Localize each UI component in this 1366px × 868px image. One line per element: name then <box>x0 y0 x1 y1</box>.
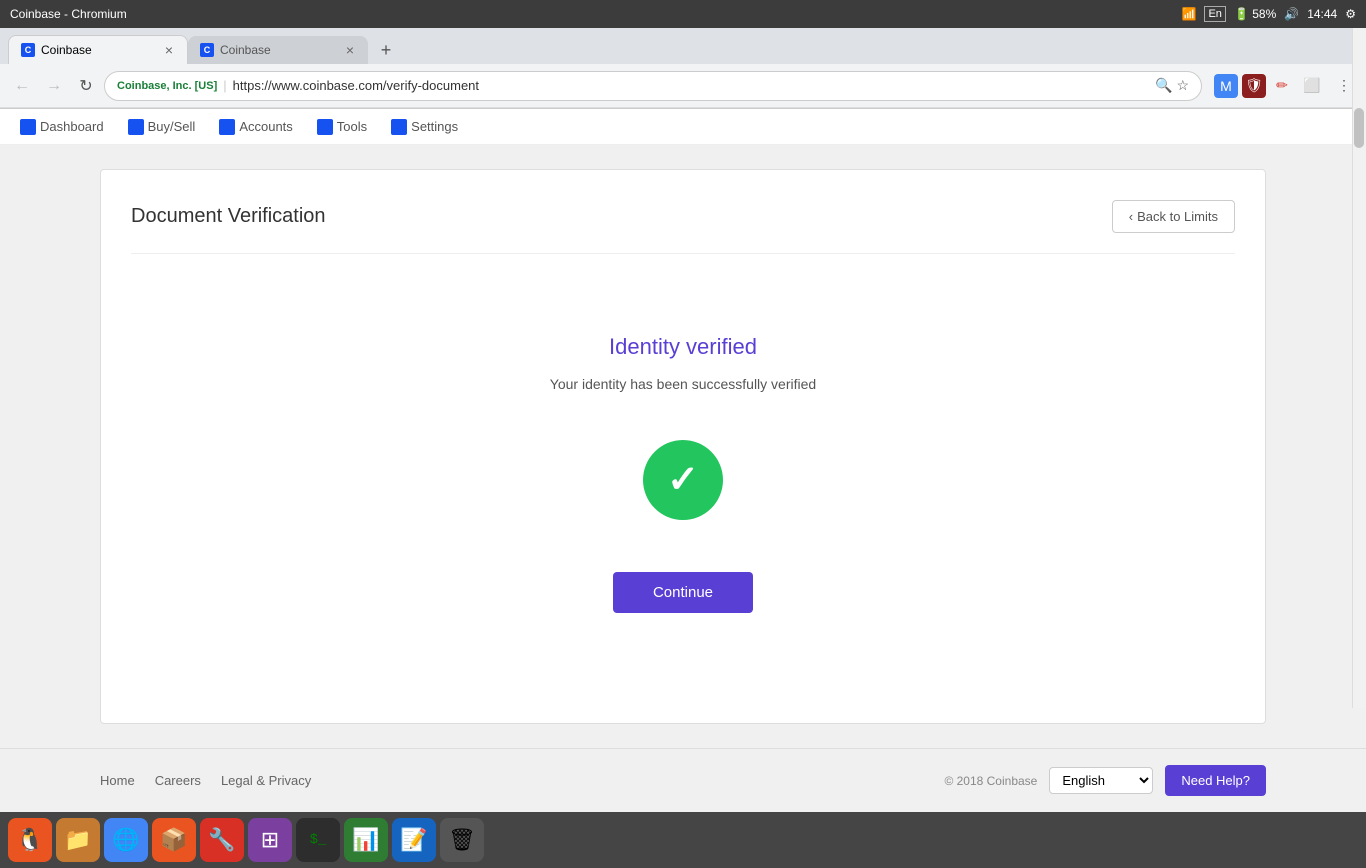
tab-1-favicon: C <box>21 43 35 57</box>
continue-button[interactable]: Continue <box>613 572 753 613</box>
back-to-limits-button[interactable]: ‹ Back to Limits <box>1112 200 1235 233</box>
nav-dashboard[interactable]: Dashboard <box>20 119 104 135</box>
nav-buysell[interactable]: Buy/Sell <box>128 119 196 135</box>
extension-shield[interactable]: 🛡 <box>1242 74 1266 98</box>
clock: 14:44 <box>1307 7 1337 21</box>
volume-icon: 🔊 <box>1284 7 1299 21</box>
os-system-tray: 📶 En 🔋 58% 🔊 14:44 ⚙ <box>1182 6 1356 22</box>
url-bar[interactable]: Coinbase, Inc. [US] | https://www.coinba… <box>104 71 1202 101</box>
footer-careers-link[interactable]: Careers <box>155 773 201 788</box>
terminal-icon: $_ <box>310 832 327 848</box>
taskbar-ubuntu[interactable]: 🐧 <box>8 818 52 862</box>
tab-1[interactable]: C Coinbase × <box>8 35 188 64</box>
package-icon: 📦 <box>160 827 187 853</box>
coinbase-nav: Dashboard Buy/Sell Accounts Tools Settin… <box>0 109 1366 145</box>
os-titlebar: Coinbase - Chromium 📶 En 🔋 58% 🔊 14:44 ⚙ <box>0 0 1366 28</box>
tab-2[interactable]: C Coinbase × <box>188 36 368 64</box>
buysell-icon <box>128 119 144 135</box>
tab-2-close[interactable]: × <box>344 42 356 58</box>
taskbar-text-editor[interactable]: 📝 <box>392 818 436 862</box>
need-help-button[interactable]: Need Help? <box>1165 765 1266 796</box>
url-action-icons: 🔍 ☆ <box>1155 77 1189 94</box>
bookmark-icon[interactable]: ☆ <box>1176 77 1189 94</box>
footer-links: Home Careers Legal & Privacy <box>100 773 311 788</box>
card-header: Document Verification ‹ Back to Limits <box>131 200 1235 254</box>
search-icon[interactable]: 🔍 <box>1155 77 1172 94</box>
tools-icon <box>317 119 333 135</box>
address-bar: ← → ↻ Coinbase, Inc. [US] | https://www.… <box>0 64 1366 108</box>
checkmark: ✓ <box>667 461 699 499</box>
security-label: Coinbase, Inc. [US] <box>117 80 217 92</box>
language-selector[interactable]: English Español Français Deutsch <box>1049 767 1153 794</box>
refresh-button[interactable]: ↻ <box>72 72 100 100</box>
url-separator: | <box>223 78 226 93</box>
verified-title: Identity verified <box>609 334 757 360</box>
verified-section: Identity verified Your identity has been… <box>131 274 1235 693</box>
tab-2-favicon: C <box>200 43 214 57</box>
taskbar-package[interactable]: 📦 <box>152 818 196 862</box>
misc-icon: 🗑 <box>448 827 476 853</box>
footer-home-link[interactable]: Home <box>100 773 135 788</box>
tab-1-title: Coinbase <box>41 43 157 57</box>
extension-pen[interactable]: ✏ <box>1270 74 1294 98</box>
taskbar-monitor[interactable]: 📊 <box>344 818 388 862</box>
settings-nav-icon <box>391 119 407 135</box>
files-icon: 📁 <box>64 827 91 853</box>
ubuntu-icon: 🐧 <box>16 827 43 853</box>
toolkit-icon: 🔧 <box>208 827 235 853</box>
accounts-icon <box>219 119 235 135</box>
language-indicator: En <box>1204 6 1225 22</box>
profile-button[interactable]: M <box>1214 74 1238 98</box>
tab-1-close[interactable]: × <box>163 42 175 58</box>
taskbar-files[interactable]: 📁 <box>56 818 100 862</box>
settings-icon: ⚙ <box>1345 7 1356 21</box>
footer-legal-link[interactable]: Legal & Privacy <box>221 773 311 788</box>
back-button[interactable]: ← <box>8 72 36 100</box>
nav-accounts[interactable]: Accounts <box>219 119 292 135</box>
footer-copyright: © 2018 Coinbase <box>944 774 1037 788</box>
verified-checkmark-icon: ✓ <box>643 440 723 520</box>
new-tab-button[interactable]: + <box>372 36 400 64</box>
battery-indicator: 🔋 58% <box>1234 7 1276 21</box>
taskbar-misc[interactable]: 🗑 <box>440 818 484 862</box>
tab-bar: C Coinbase × C Coinbase × + <box>0 28 1366 64</box>
text-editor-icon: 📝 <box>400 827 427 853</box>
tab-2-title: Coinbase <box>220 43 338 57</box>
footer: Home Careers Legal & Privacy © 2018 Coin… <box>0 748 1366 812</box>
verified-subtitle: Your identity has been successfully veri… <box>550 376 816 392</box>
url-text: https://www.coinbase.com/verify-document <box>233 78 479 93</box>
taskbar-terminal[interactable]: $_ <box>296 818 340 862</box>
chevron-left-icon: ‹ <box>1129 209 1133 224</box>
os-title: Coinbase - Chromium <box>10 7 127 21</box>
browser-chrome: C Coinbase × C Coinbase × + ← → ↻ Coinba… <box>0 28 1366 109</box>
taskbar-toolkit[interactable]: 🔧 <box>200 818 244 862</box>
os-title-text: Coinbase - Chromium <box>10 7 127 21</box>
forward-button[interactable]: → <box>40 72 68 100</box>
nav-settings[interactable]: Settings <box>391 119 458 135</box>
nav-tools[interactable]: Tools <box>317 119 367 135</box>
scrollbar-track[interactable] <box>1352 28 1366 708</box>
dashboard-icon <box>20 119 36 135</box>
taskbar-chromium[interactable]: 🌐 <box>104 818 148 862</box>
taskbar-apps[interactable]: ⊞ <box>248 818 292 862</box>
document-verification-card: Document Verification ‹ Back to Limits I… <box>100 169 1266 724</box>
wifi-icon: 📶 <box>1182 7 1197 21</box>
apps-icon: ⊞ <box>261 827 279 853</box>
card-title: Document Verification <box>131 205 326 228</box>
main-content: Document Verification ‹ Back to Limits I… <box>0 145 1366 748</box>
scrollbar-thumb[interactable] <box>1354 108 1364 148</box>
cast-button[interactable]: ⬜ <box>1298 72 1326 100</box>
footer-right: © 2018 Coinbase English Español Français… <box>944 765 1266 796</box>
taskbar: 🐧 📁 🌐 📦 🔧 ⊞ $_ 📊 📝 🗑 <box>0 812 1366 868</box>
monitor-icon: 📊 <box>352 827 379 853</box>
browser-extensions: M 🛡 ✏ ⬜ ⋮ <box>1214 72 1358 100</box>
chromium-icon: 🌐 <box>112 827 139 853</box>
